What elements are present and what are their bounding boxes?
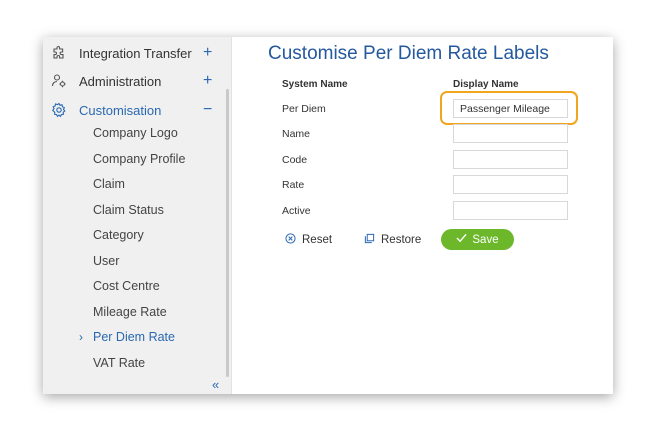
sidebar-item-integration-transfer[interactable]: Integration Transfer + <box>43 41 223 65</box>
restore-label: Restore <box>381 234 422 246</box>
expand-plus-icon[interactable]: + <box>203 73 212 89</box>
name-display-field[interactable] <box>453 124 568 143</box>
reset-button[interactable]: Reset <box>285 233 332 247</box>
checkmark-icon <box>456 233 467 246</box>
app-window: Integration Transfer + Administration + <box>43 37 613 394</box>
sidebar-subitem-claim-status[interactable]: Claim Status <box>93 203 164 217</box>
row-label-active: Active <box>282 205 311 217</box>
sidebar-item-label: Administration <box>79 73 162 89</box>
restore-button[interactable]: Restore <box>364 233 421 247</box>
row-label-per-diem: Per Diem <box>282 103 326 115</box>
sidebar-subitem-claim[interactable]: Claim <box>93 177 125 191</box>
system-name-header: System Name <box>282 79 348 90</box>
sidebar-item-label: Customisation <box>79 102 162 118</box>
sidebar-scrollbar[interactable] <box>226 89 229 377</box>
expand-plus-icon[interactable]: + <box>203 45 212 61</box>
sidebar-subitem-mileage-rate[interactable]: Mileage Rate <box>93 305 167 319</box>
sidebar-item-label: Integration Transfer <box>79 45 192 61</box>
collapse-sidebar-icon[interactable]: « <box>212 377 219 392</box>
sidebar: Integration Transfer + Administration + <box>43 37 232 394</box>
display-name-header: Display Name <box>453 79 519 90</box>
main-panel: Customise Per Diem Rate Labels System Na… <box>231 37 613 394</box>
reset-label: Reset <box>302 234 333 246</box>
rate-display-field[interactable] <box>453 175 568 194</box>
restore-copy-icon <box>364 233 375 247</box>
chevron-right-icon: › <box>79 330 83 344</box>
gear-icon <box>51 102 67 118</box>
row-label-code: Code <box>282 154 308 166</box>
focus-highlight <box>440 91 578 125</box>
row-label-rate: Rate <box>282 179 305 191</box>
active-display-field[interactable] <box>453 201 568 220</box>
sidebar-item-administration[interactable]: Administration + <box>43 69 223 93</box>
sidebar-subitem-category[interactable]: Category <box>93 228 144 242</box>
sidebar-item-customisation[interactable]: Customisation − <box>43 98 223 122</box>
sidebar-subitem-per-diem-rate[interactable]: Per Diem Rate <box>93 330 175 344</box>
puzzle-icon <box>51 45 67 61</box>
sidebar-subitem-company-profile[interactable]: Company Profile <box>93 152 185 166</box>
sidebar-subitem-cost-centre[interactable]: Cost Centre <box>93 279 160 293</box>
save-button[interactable]: Save <box>441 229 514 250</box>
code-display-field[interactable] <box>453 150 568 169</box>
page-title: Customise Per Diem Rate Labels <box>268 43 549 64</box>
save-label: Save <box>472 233 499 246</box>
row-label-name: Name <box>282 128 311 140</box>
sidebar-subitem-user[interactable]: User <box>93 254 119 268</box>
sidebar-subitem-company-logo[interactable]: Company Logo <box>93 126 178 140</box>
sidebar-subitem-vat-rate[interactable]: VAT Rate <box>93 356 145 370</box>
user-gear-icon <box>51 73 67 89</box>
collapse-minus-icon[interactable]: − <box>203 102 212 118</box>
reset-circle-x-icon <box>285 233 296 247</box>
